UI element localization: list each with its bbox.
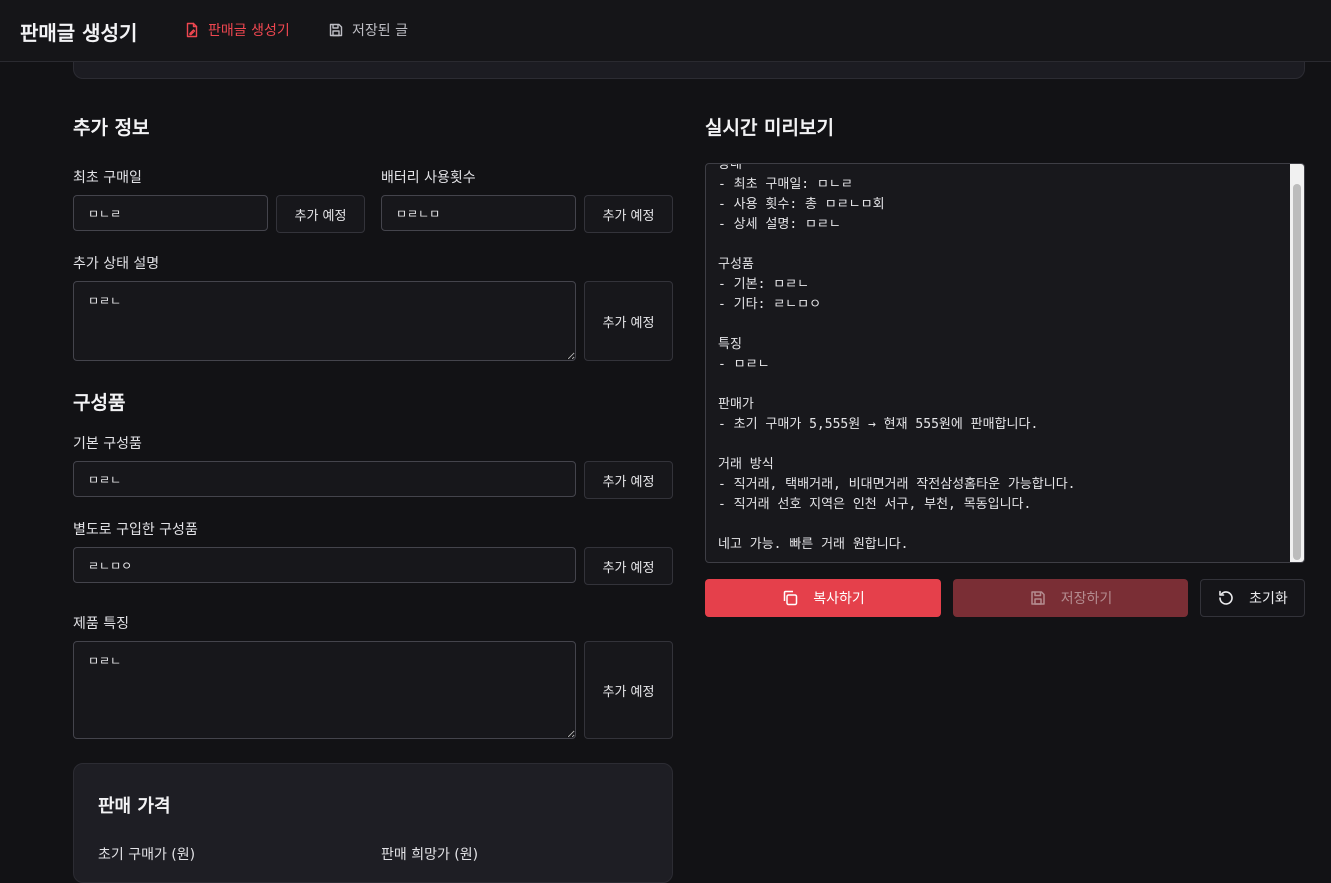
extra-components-add-button[interactable]: 추가 예정 (584, 547, 673, 585)
file-edit-icon (186, 22, 198, 38)
initial-price-label: 초기 구매가 (원) (98, 847, 196, 863)
basic-components-add-button[interactable]: 추가 예정 (584, 461, 673, 499)
features-add-button[interactable]: 추가 예정 (584, 641, 673, 739)
price-title: 판매 가격 (98, 796, 171, 817)
reset-icon (1219, 590, 1233, 605)
condition-textarea[interactable]: ㅁㄹㄴ (73, 281, 576, 361)
reset-button-label: 초기화 (1249, 591, 1288, 607)
battery-count-add-button[interactable]: 추가 예정 (584, 195, 673, 233)
copy-button-label: 복사하기 (813, 591, 865, 607)
preview-content: 상태 - 최초 구매일: ㅁㄴㄹ - 사용 횟수: 총 ㅁㄹㄴㅁ회 - 상세 설… (718, 163, 1076, 552)
top-navbar: 판매글 생성기 판매글 생성기 저장된 글 (0, 0, 1331, 62)
features-label: 제품 특징 (73, 616, 129, 632)
save-icon (329, 23, 343, 37)
basic-components-label: 기본 구성품 (73, 436, 142, 452)
save-button[interactable]: 저장하기 (953, 579, 1188, 617)
condition-label: 추가 상태 설명 (73, 256, 160, 272)
price-card: 판매 가격 초기 구매가 (원) 판매 희망가 (원) (73, 763, 673, 883)
nav-tab-saved-label: 저장된 글 (352, 23, 408, 39)
previous-card-edge (73, 62, 1305, 79)
components-title: 구성품 (73, 392, 126, 414)
app-title: 판매글 생성기 (20, 21, 138, 45)
battery-count-input[interactable] (381, 195, 576, 231)
condition-add-button[interactable]: 추가 예정 (584, 281, 673, 361)
desired-price-label: 판매 희망가 (원) (381, 847, 479, 863)
features-textarea[interactable]: ㅁㄹㄴ (73, 641, 576, 739)
preview-scrollbar[interactable] (1290, 164, 1304, 562)
copy-icon (783, 590, 798, 606)
nav-tab-saved[interactable]: 저장된 글 (328, 20, 408, 40)
preview-textarea[interactable]: 상태 - 최초 구매일: ㅁㄴㄹ - 사용 횟수: 총 ㅁㄹㄴㅁ회 - 상세 설… (705, 163, 1305, 563)
nav-tab-generator[interactable]: 판매글 생성기 (184, 20, 290, 40)
save-icon (1030, 591, 1045, 605)
preview-scrollbar-thumb[interactable] (1293, 184, 1301, 560)
battery-count-label: 배터리 사용횟수 (381, 170, 476, 186)
nav-tab-generator-label: 판매글 생성기 (208, 23, 290, 39)
first-purchase-input[interactable] (73, 195, 268, 231)
preview-title: 실시간 미리보기 (705, 117, 834, 139)
extra-info-title: 추가 정보 (73, 117, 150, 139)
copy-button[interactable]: 복사하기 (705, 579, 941, 617)
reset-button[interactable]: 초기화 (1200, 579, 1305, 617)
extra-components-label: 별도로 구입한 구성품 (73, 522, 198, 538)
save-button-label: 저장하기 (1060, 591, 1113, 607)
first-purchase-add-button[interactable]: 추가 예정 (276, 195, 365, 233)
basic-components-input[interactable] (73, 461, 576, 497)
first-purchase-label: 최초 구매일 (73, 170, 142, 186)
extra-components-input[interactable] (73, 547, 576, 583)
